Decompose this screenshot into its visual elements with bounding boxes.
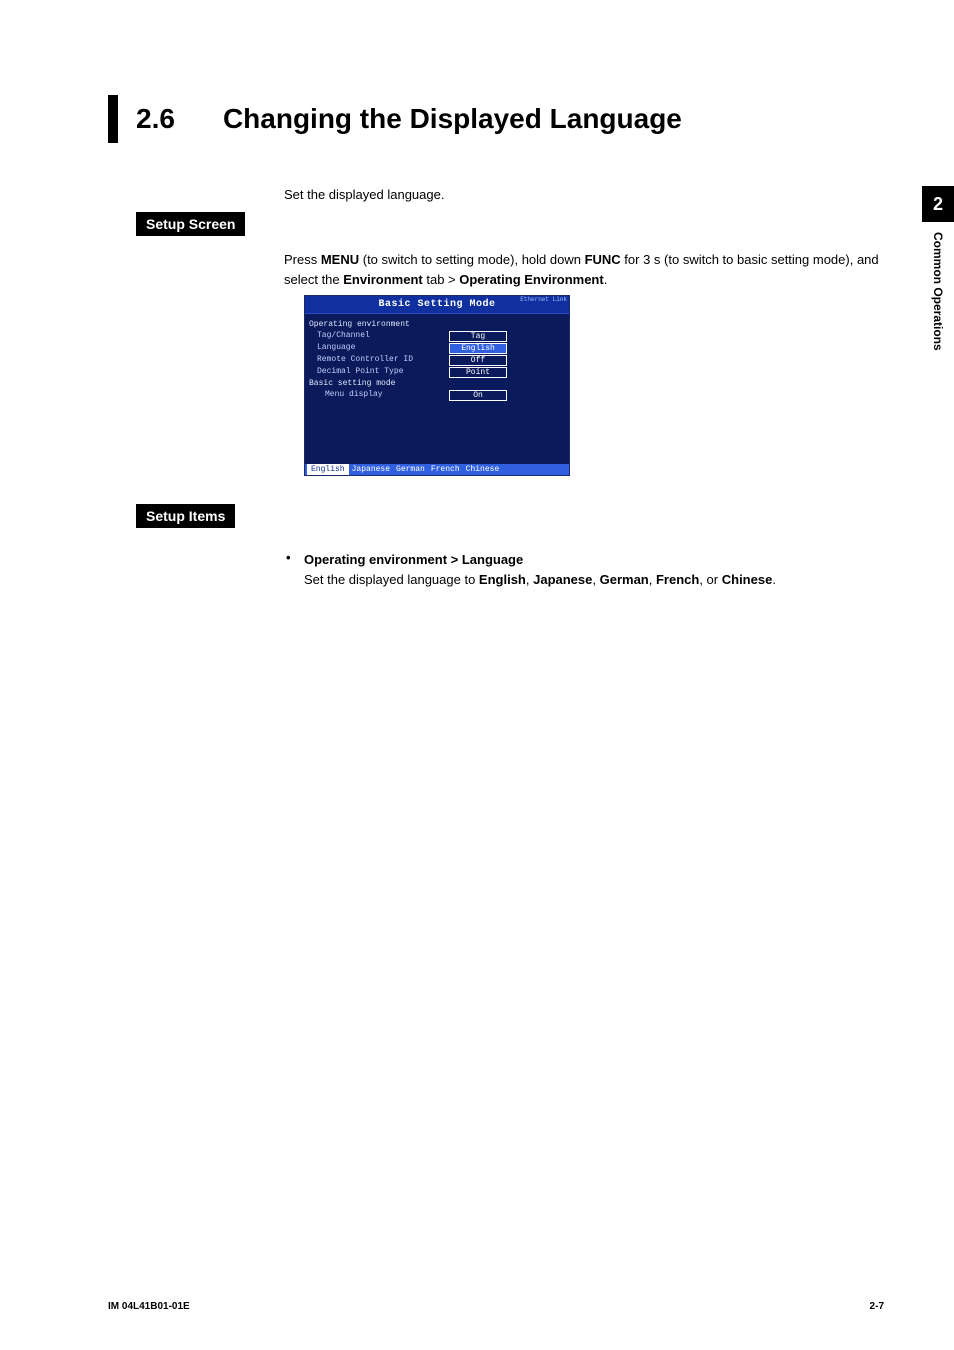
screenshot-option: English [307,464,349,475]
screenshot-row: Menu displayOn [309,390,565,401]
text: , [649,572,656,587]
screenshot-subsection: Basic setting mode [309,379,565,388]
language-name: French [656,572,699,587]
text: , [592,572,599,587]
text: . [772,572,776,587]
screenshot-row-value: English [449,343,507,354]
setup-item-description: Set the displayed language to English, J… [304,572,776,587]
page: 2.6 Changing the Displayed Language Set … [0,0,954,1350]
ethernet-link-icon: Ethernet Link [520,297,567,303]
setup-items-badge: Setup Items [136,504,235,528]
func-key: FUNC [585,252,621,267]
chapter-label: Common Operations [931,232,945,351]
screenshot-row-value: Tag [449,331,507,342]
heading-title: Changing the Displayed Language [223,95,682,143]
screenshot-option: Japanese [349,465,393,474]
content-column: Set the displayed language. Setup Screen… [136,187,884,589]
language-name: Chinese [722,572,773,587]
setup-screen-badge: Setup Screen [136,212,245,236]
screenshot-row: Remote Controller IDOff [309,355,565,366]
language-name: English [479,572,526,587]
heading-bar [108,95,118,143]
bullet-body: Operating environment > Language Set the… [304,550,884,589]
screenshot-option: German [393,465,428,474]
steps-text: Press [284,252,321,267]
steps-text: . [604,272,608,287]
screenshot-row-value: Off [449,355,507,366]
device-screenshot: Basic Setting Mode Ethernet Link Operati… [304,295,570,476]
screenshot-titlebar: Basic Setting Mode Ethernet Link [305,296,569,314]
intro-text: Set the displayed language. [284,187,884,202]
screenshot-option: French [428,465,463,474]
setup-steps: Press MENU (to switch to setting mode), … [284,250,884,289]
heading-number: 2.6 [136,95,175,143]
setup-item-bullet: • Operating environment > Language Set t… [286,550,884,589]
chapter-number: 2 [922,186,954,222]
chapter-side-tab: 2 Common Operations [922,186,954,351]
environment-tab: Environment [343,272,422,287]
screenshot-option: Chinese [463,465,503,474]
screenshot-body: Operating environment Tag/ChannelTagLang… [305,314,569,464]
screenshot-section: Operating environment [309,320,565,329]
setup-items-block: Setup Items • Operating environment > La… [136,504,884,589]
steps-text: tab > [423,272,460,287]
steps-text: (to switch to setting mode), hold down [359,252,584,267]
menu-key: MENU [321,252,359,267]
screenshot-row-label: Decimal Point Type [309,367,449,378]
screenshot-title: Basic Setting Mode [378,299,495,310]
screenshot-row-value: On [449,390,507,401]
operating-environment: Operating Environment [459,272,603,287]
screenshot-row-value: Point [449,367,507,378]
bullet-icon: • [286,550,304,589]
language-name: German [600,572,649,587]
screenshot-row-label: Tag/Channel [309,331,449,342]
setup-item-heading: Operating environment > Language [304,552,523,567]
footer-right: 2-7 [870,1301,884,1312]
screenshot-row-label: Menu display [309,390,449,401]
screenshot-row: Tag/ChannelTag [309,331,565,342]
screenshot-option-bar: EnglishJapaneseGermanFrenchChinese [305,464,569,475]
page-footer: IM 04L41B01-01E 2-7 [108,1301,884,1312]
screenshot-row-label: Remote Controller ID [309,355,449,366]
screenshot-row: Decimal Point TypePoint [309,367,565,378]
language-name: Japanese [533,572,592,587]
text: Set the displayed language to [304,572,479,587]
text: , or [699,572,721,587]
screenshot-row: LanguageEnglish [309,343,565,354]
footer-left: IM 04L41B01-01E [108,1301,190,1312]
screenshot-row-label: Language [309,343,449,354]
section-heading: 2.6 Changing the Displayed Language [108,95,884,143]
